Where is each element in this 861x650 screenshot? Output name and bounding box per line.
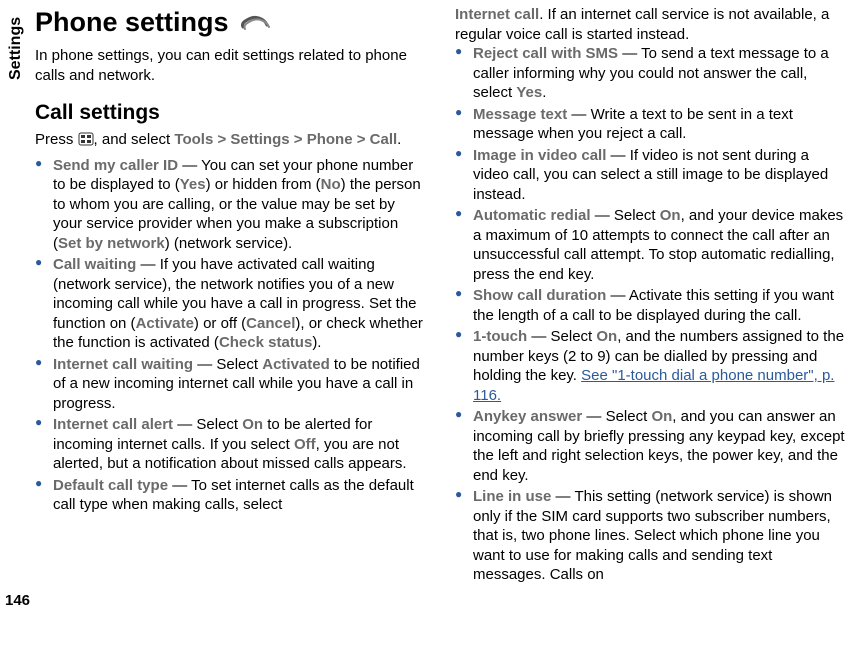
- phone-icon: [239, 11, 271, 35]
- right-bullet-list: Reject call with SMS — To send a text me…: [455, 44, 847, 585]
- left-bullet-list: Send my caller ID — You can set your pho…: [35, 156, 427, 515]
- list-item: Internet call waiting — Select Activated…: [35, 355, 427, 414]
- continuation-text: Internet call. If an internet call servi…: [455, 5, 847, 44]
- list-item: Send my caller ID — You can set your pho…: [35, 156, 427, 254]
- page-number: 146: [5, 591, 30, 611]
- right-column: Internet call. If an internet call servi…: [455, 5, 855, 650]
- list-item: 1-touch — Select On, and the numbers ass…: [455, 327, 847, 405]
- list-item: Default call type — To set internet call…: [35, 476, 427, 515]
- left-sidebar: Settings 146: [0, 0, 35, 650]
- list-item: Reject call with SMS — To send a text me…: [455, 44, 847, 103]
- list-item: Image in video call — If video is not se…: [455, 146, 847, 205]
- subsection-title: Call settings: [35, 99, 427, 126]
- list-item: Internet call alert — Select On to be al…: [35, 415, 427, 474]
- list-item: Call waiting — If you have activated cal…: [35, 255, 427, 353]
- press-instruction: Press , and select Tools > Settings > Ph…: [35, 130, 427, 150]
- list-item: Anykey answer — Select On, and you can a…: [455, 407, 847, 485]
- list-item: Automatic redial — Select On, and your d…: [455, 206, 847, 284]
- list-item: Line in use — This setting (network serv…: [455, 487, 847, 585]
- left-column: Phone settings In phone settings, you ca…: [35, 5, 435, 650]
- list-item: Message text — Write a text to be sent i…: [455, 105, 847, 144]
- list-item: Show call duration — Activate this setti…: [455, 286, 847, 325]
- section-label: Settings: [6, 17, 27, 80]
- page-title: Phone settings: [35, 5, 427, 40]
- menu-key-icon: [78, 132, 94, 146]
- intro-text: In phone settings, you can edit settings…: [35, 46, 427, 85]
